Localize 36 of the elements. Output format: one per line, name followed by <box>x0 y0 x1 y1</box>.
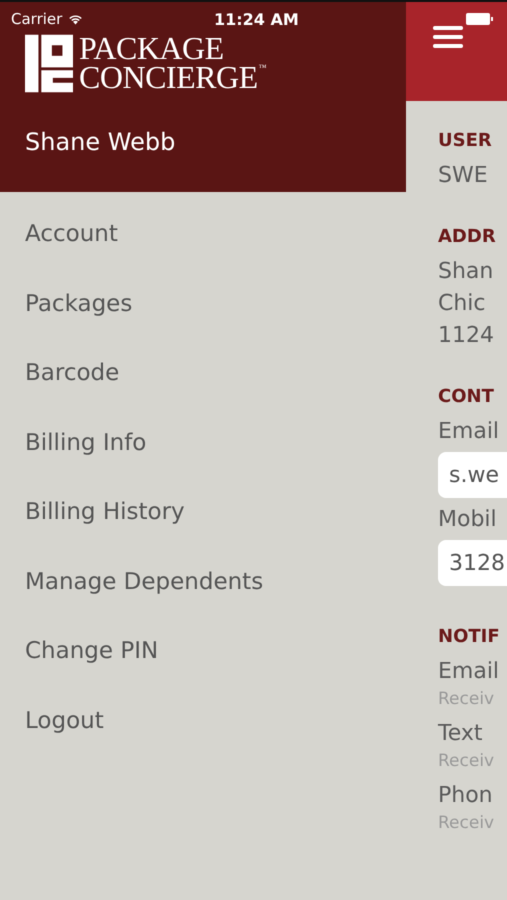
input-field[interactable]: 3128 <box>438 540 507 586</box>
section-heading: CONT <box>438 386 495 408</box>
menu-item[interactable]: Barcode <box>25 359 406 388</box>
field-label: Email <box>438 418 500 446</box>
menu-item[interactable]: Change PIN <box>25 637 406 666</box>
option-description: Receiv <box>438 688 496 710</box>
section-heading: ADDR <box>438 226 497 248</box>
detail-text: 1124 <box>438 322 495 350</box>
option-description: Receiv <box>438 750 496 772</box>
status-time: 11:24 AM <box>214 10 299 28</box>
wifi-icon <box>67 13 84 25</box>
option-label[interactable]: Email <box>438 656 507 688</box>
logo-icon <box>25 34 73 93</box>
menu-item[interactable]: Packages <box>25 290 406 318</box>
logo-text: CONCIERGE <box>79 63 258 92</box>
menu-item[interactable]: Manage Dependents <box>25 568 406 596</box>
menu-item[interactable]: Account <box>25 220 406 249</box>
logo-text: PACKAGE <box>79 34 225 63</box>
detail-text: Chic <box>438 290 487 318</box>
option-description: Receiv <box>438 812 496 834</box>
option-label[interactable]: Text <box>438 718 507 750</box>
detail-text: Shan <box>438 258 494 286</box>
field-label: Mobil <box>438 506 498 534</box>
carrier-label: Carrier <box>11 10 62 28</box>
menu-icon[interactable] <box>433 26 463 48</box>
menu-item[interactable]: Billing History <box>25 498 406 527</box>
battery-icon <box>466 13 493 25</box>
input-field[interactable]: s.we <box>438 452 507 498</box>
trademark-mark: ™ <box>258 63 266 73</box>
section-heading: USER <box>438 130 493 152</box>
option-label[interactable]: Phon <box>438 780 507 812</box>
menu-item[interactable]: Logout <box>25 706 406 736</box>
section-heading: NOTIF <box>438 626 501 648</box>
menu-item[interactable]: Billing Info <box>25 428 406 458</box>
detail-text: SWE <box>438 162 489 190</box>
user-name: Shane Webb <box>25 128 176 156</box>
